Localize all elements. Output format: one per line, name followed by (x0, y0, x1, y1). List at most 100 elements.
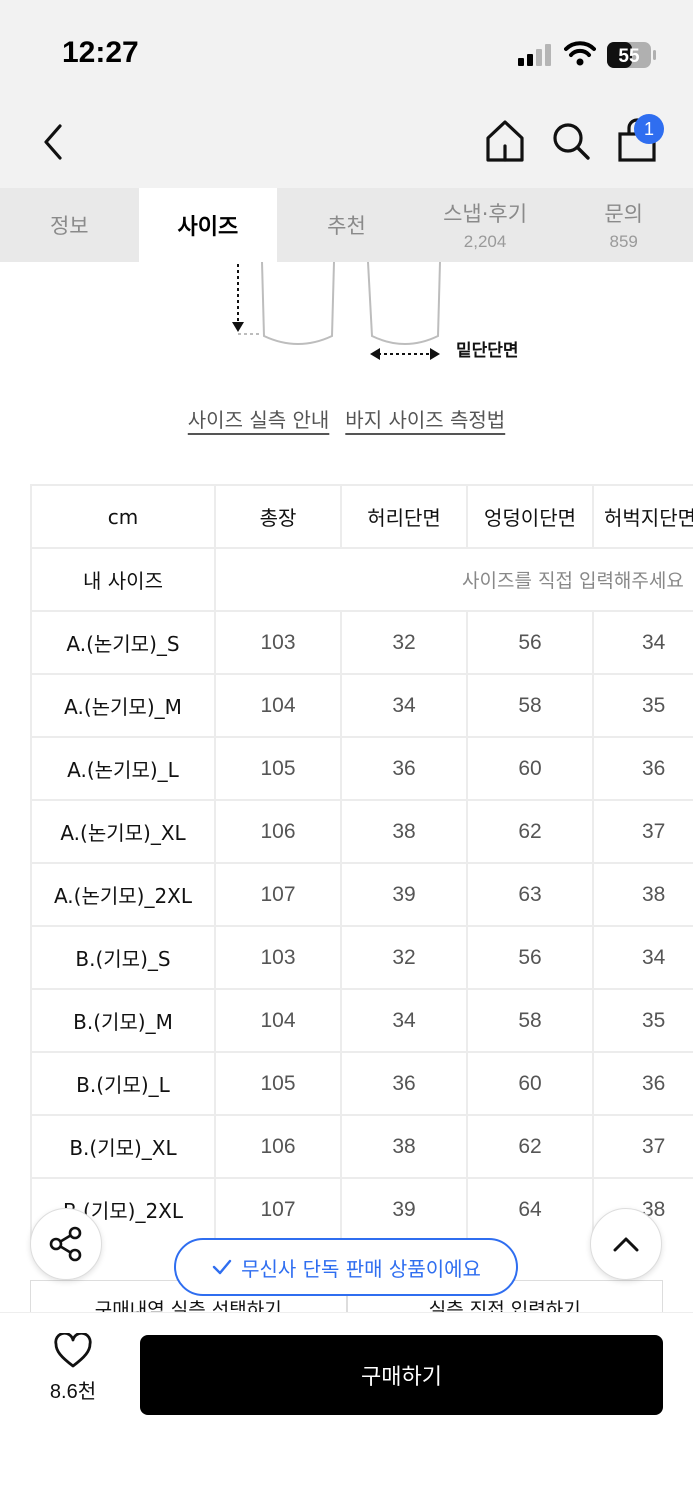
column-header: 허벅지단면 (592, 484, 693, 549)
cell-value: 104 (214, 988, 342, 1053)
share-button[interactable] (30, 1208, 102, 1280)
size-name: B.(기모)_L (30, 1051, 216, 1116)
cell-value: 39 (340, 1177, 468, 1240)
my-size-label: 내 사이즈 (30, 547, 216, 612)
column-header: 엉덩이단면 (466, 484, 594, 549)
table-row: A.(논기모)_XL 106 38 62 37 (30, 799, 693, 864)
size-name: A.(논기모)_L (30, 736, 216, 801)
size-guide-link[interactable]: 사이즈 실측 안내 (188, 404, 330, 433)
status-time: 12:27 (62, 36, 139, 69)
home-icon[interactable] (484, 118, 526, 164)
tab-size[interactable]: 사이즈 (138, 188, 278, 262)
exclusive-text: 무신사 단독 판매 상품이에요 (241, 1256, 481, 1281)
cell-value: 32 (340, 925, 468, 990)
tab-count: 2,204 (463, 232, 507, 251)
cell-value: 58 (466, 673, 594, 738)
top-nav (0, 100, 693, 188)
tab-label: 사이즈 (177, 215, 239, 240)
cell-value: 60 (466, 736, 594, 801)
cell-value: 103 (214, 610, 342, 675)
size-name: B.(기모)_XL (30, 1114, 216, 1179)
share-icon (49, 1226, 82, 1262)
size-name: A.(논기모)_S (30, 610, 216, 675)
column-header: 총장 (214, 484, 342, 549)
cell-value: 64 (466, 1177, 594, 1240)
size-name: A.(논기모)_2XL (30, 862, 216, 927)
scroll-top-button[interactable] (590, 1208, 662, 1280)
table-row: B.(기모)_S 103 32 56 34 (30, 925, 693, 990)
size-table-container[interactable]: cm 총장 허리단면 엉덩이단면 허벅지단면 내 사이즈 사이즈를 직접 입력해… (30, 484, 693, 1240)
size-name: B.(기모)_S (30, 925, 216, 990)
signal-icon (518, 44, 551, 66)
tab-recommend[interactable]: 추천 (277, 188, 416, 262)
cell-value: 36 (592, 1051, 693, 1116)
tab-label: 스냅·후기 (443, 202, 528, 226)
cell-value: 34 (340, 988, 468, 1053)
size-name: A.(논기모)_M (30, 673, 216, 738)
cell-value: 35 (592, 988, 693, 1053)
pants-measure-link[interactable]: 바지 사이즈 측정법 (345, 404, 505, 433)
cell-value: 36 (340, 736, 468, 801)
cell-value: 37 (592, 799, 693, 864)
column-header: 허리단면 (340, 484, 468, 549)
cell-value: 56 (466, 610, 594, 675)
cell-value: 62 (466, 1114, 594, 1179)
cell-value: 37 (592, 1114, 693, 1179)
tab-info[interactable]: 정보 (0, 188, 139, 262)
table-row: B.(기모)_XL 106 38 62 37 (30, 1114, 693, 1179)
size-name: A.(논기모)_XL (30, 799, 216, 864)
cell-value: 38 (340, 1114, 468, 1179)
tab-label: 문의 (604, 202, 643, 226)
tab-label: 정보 (49, 214, 89, 238)
cell-value: 106 (214, 799, 342, 864)
chevron-up-icon (613, 1237, 639, 1252)
cell-value: 38 (340, 799, 468, 864)
cell-value: 35 (592, 673, 693, 738)
size-guide-links: 사이즈 실측 안내 바지 사이즈 측정법 (0, 404, 693, 433)
battery-icon: 55 (607, 42, 657, 68)
my-size-row: 내 사이즈 사이즈를 직접 입력해주세요 (30, 547, 693, 612)
search-icon[interactable] (550, 118, 592, 164)
status-bar: 12:27 55 (0, 0, 693, 100)
cell-value: 32 (340, 610, 468, 675)
cell-value: 34 (340, 673, 468, 738)
cell-value: 34 (592, 925, 693, 990)
cell-value: 39 (340, 862, 468, 927)
table-row: A.(논기모)_L 105 36 60 36 (30, 736, 693, 801)
check-icon (212, 1259, 232, 1275)
cell-value: 58 (466, 988, 594, 1053)
cell-value: 60 (466, 1051, 594, 1116)
hem-width-label: 밑단단면 (456, 341, 519, 361)
table-row: A.(논기모)_S 103 32 56 34 (30, 610, 693, 675)
like-count: 8.6천 (49, 1381, 97, 1403)
cell-value: 107 (214, 1177, 342, 1240)
chevron-left-icon[interactable] (36, 120, 76, 164)
my-size-input[interactable]: 사이즈를 직접 입력해주세요 (214, 547, 693, 612)
table-row: A.(논기모)_2XL 107 39 63 38 (30, 862, 693, 927)
buy-button[interactable]: 구매하기 (140, 1335, 663, 1415)
cell-value: 105 (214, 1051, 342, 1116)
cell-value: 107 (214, 862, 342, 927)
table-row: A.(논기모)_M 104 34 58 35 (30, 673, 693, 738)
heart-icon (54, 1333, 92, 1368)
size-table: cm 총장 허리단면 엉덩이단면 허벅지단면 내 사이즈 사이즈를 직접 입력해… (30, 484, 693, 1240)
cell-value: 105 (214, 736, 342, 801)
cell-value: 36 (592, 736, 693, 801)
tab-snap-review[interactable]: 스냅·후기 2,204 (416, 188, 555, 262)
cell-value: 62 (466, 799, 594, 864)
table-row: B.(기모)_L 105 36 60 36 (30, 1051, 693, 1116)
cell-value: 103 (214, 925, 342, 990)
pants-measure-diagram (232, 262, 441, 360)
bottom-purchase-bar: 8.6천 구매하기 (0, 1312, 693, 1500)
cell-value: 104 (214, 673, 342, 738)
unit-header: cm (30, 484, 216, 549)
table-header-row: cm 총장 허리단면 엉덩이단면 허벅지단면 (30, 484, 693, 549)
battery-level: 55 (618, 46, 640, 67)
tab-count: 859 (609, 232, 638, 251)
exclusive-badge: 무신사 단독 판매 상품이에요 (174, 1238, 518, 1296)
like-button[interactable]: 8.6천 (40, 1333, 106, 1413)
cell-value: 34 (592, 610, 693, 675)
section-tabs: 정보 사이즈 추천 스냅·후기 2,204 문의 859 (0, 188, 693, 262)
tab-inquiry[interactable]: 문의 859 (554, 188, 693, 262)
cell-value: 38 (592, 862, 693, 927)
